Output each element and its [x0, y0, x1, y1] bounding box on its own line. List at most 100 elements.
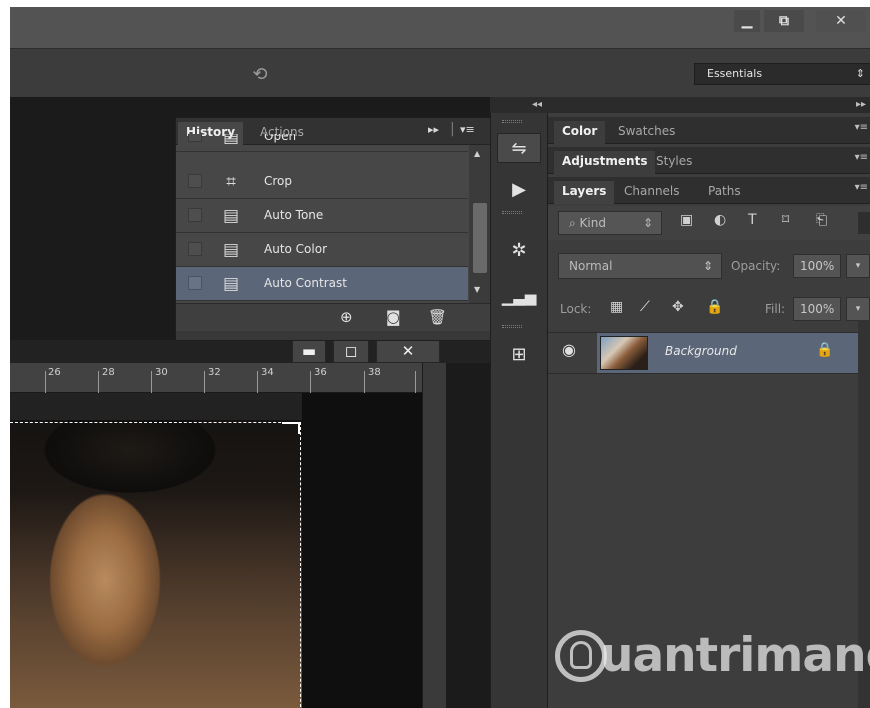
properties-icon[interactable]: ⊞ — [497, 340, 541, 370]
history-snapshot-checkbox[interactable] — [188, 276, 202, 290]
panel-menu-icon[interactable]: ▾≡ — [855, 182, 868, 193]
doc-maximize-button[interactable]: ◻ — [333, 339, 369, 363]
workspace-label: Essentials — [707, 67, 763, 80]
new-document-from-state-icon[interactable]: ⊕ — [340, 308, 353, 326]
grip-icon[interactable] — [502, 120, 522, 123]
blend-mode-select[interactable]: Normal ⇕ — [558, 253, 722, 279]
layer-name[interactable]: Background — [665, 344, 737, 358]
tab-adjustments[interactable]: Adjustments — [554, 151, 656, 174]
layer-kind-filter[interactable]: ⌕ Kind ⇕ — [558, 211, 662, 235]
pixel-layer-filter-icon[interactable]: ▣ — [680, 212, 693, 228]
layer-thumbnail[interactable] — [600, 336, 648, 370]
camera-icon[interactable]: ◙ — [386, 308, 401, 326]
ruler-label: 26 — [48, 367, 61, 378]
panel-menu-icon[interactable]: ▾≡ — [855, 152, 868, 163]
history-panel: History Actions ▸▸ | ▾≡ ▤ Open ⌗ Crop ▤ … — [175, 117, 491, 341]
ruler-label: 34 — [261, 367, 274, 378]
chevron-updown-icon: ⇕ — [642, 216, 653, 230]
document-icon: ▤ — [222, 274, 240, 294]
fill-input[interactable]: 100% — [793, 297, 841, 321]
tab-styles[interactable]: Styles — [648, 151, 700, 174]
opacity-label: Opacity: — [731, 259, 781, 273]
history-item-auto-contrast[interactable]: ▤ Auto Contrast — [176, 267, 468, 301]
filter-toggle-icon[interactable] — [858, 212, 870, 234]
play-icon[interactable]: ▶ — [497, 175, 541, 205]
history-item-crop[interactable]: ⌗ Crop — [176, 165, 468, 199]
adjustment-layer-filter-icon[interactable]: ◐ — [714, 212, 726, 228]
history-item-open[interactable]: ▤ Open — [176, 134, 468, 152]
opacity-input[interactable]: 100% — [793, 254, 841, 278]
options-bar: ⟲ Essentials ⇕ — [10, 48, 870, 97]
ruler-tick — [45, 371, 46, 393]
layer-lock-icon: 🔒 — [816, 342, 834, 358]
history-snapshot-checkbox[interactable] — [188, 208, 202, 222]
ruler-label: 32 — [208, 367, 221, 378]
trash-icon[interactable]: 🗑 — [428, 308, 447, 326]
crop-icon: ⌗ — [226, 172, 236, 192]
workspace-select[interactable]: Essentials ⇕ — [694, 63, 870, 85]
expand-dock-icon[interactable]: ▸▸ — [548, 97, 870, 113]
lock-all-icon[interactable]: 🔒 — [706, 299, 723, 315]
opacity-chevron-icon[interactable]: ▾ — [846, 254, 870, 278]
history-footer: ⊕ ◙ 🗑 — [176, 303, 490, 331]
tab-swatches[interactable]: Swatches — [610, 121, 683, 144]
layers-tab-bar: Layers Channels Paths ▾≡ — [548, 177, 870, 204]
lightbulb-icon — [570, 641, 592, 669]
crop-marquee[interactable] — [10, 422, 301, 708]
shape-layer-filter-icon[interactable]: ⌑ — [782, 212, 789, 228]
workspace-gap — [446, 363, 490, 708]
lock-transparency-icon[interactable]: ▦ — [610, 299, 623, 315]
document-scrollbar[interactable] — [422, 363, 446, 708]
scroll-down-icon[interactable]: ▼ — [474, 285, 480, 294]
visibility-eye-icon[interactable]: ◉ — [562, 340, 576, 359]
smart-object-filter-icon[interactable]: ⎗ — [816, 212, 827, 228]
ruler-tick — [204, 371, 205, 393]
lock-brush-icon[interactable]: ⟋ — [640, 299, 650, 315]
tab-channels[interactable]: Channels — [616, 181, 688, 204]
crop-handle[interactable] — [282, 422, 300, 434]
lock-position-icon[interactable]: ✥ — [672, 299, 684, 315]
history-icon[interactable]: ⇋ — [497, 133, 541, 163]
lock-label: Lock: — [560, 302, 592, 316]
document-icon: ▤ — [222, 240, 240, 260]
fill-label: Fill: — [765, 302, 786, 316]
history-snapshot-checkbox[interactable] — [188, 174, 202, 188]
tab-color[interactable]: Color — [554, 121, 606, 144]
close-window-button[interactable]: ✕ — [816, 10, 866, 32]
chevron-updown-icon: ⇕ — [702, 259, 713, 273]
minimize-window-button[interactable]: ▁ — [734, 10, 760, 32]
fill-chevron-icon[interactable]: ▾ — [846, 297, 870, 321]
chevron-updown-icon: ⇕ — [855, 67, 865, 80]
grip-icon[interactable] — [502, 325, 522, 328]
type-layer-filter-icon[interactable]: T — [748, 212, 757, 228]
kind-label: Kind — [579, 216, 606, 230]
ruler-tick — [415, 371, 416, 393]
history-snapshot-checkbox[interactable] — [188, 242, 202, 256]
histogram-icon[interactable]: ▁▃▅ — [497, 282, 541, 312]
ruler-label: 28 — [102, 367, 115, 378]
doc-close-button[interactable]: ✕ — [376, 339, 440, 363]
adjustments-tab-bar: Adjustments Styles ▾≡ — [548, 147, 870, 174]
search-icon: ⌕ — [569, 216, 580, 230]
history-item-label: Auto Color — [264, 242, 328, 256]
panel-resize-grip[interactable] — [176, 331, 490, 340]
scroll-up-icon[interactable]: ▲ — [474, 149, 480, 158]
tab-layers[interactable]: Layers — [554, 181, 615, 204]
history-item-auto-color[interactable]: ▤ Auto Color — [176, 233, 468, 267]
history-item-label: Crop — [264, 174, 293, 188]
tab-paths[interactable]: Paths — [700, 181, 749, 204]
history-item-label: Auto Contrast — [264, 276, 347, 290]
restore-window-button[interactable]: ⧉ — [764, 10, 804, 32]
history-snapshot-checkbox[interactable] — [188, 134, 202, 142]
panel-menu-icon[interactable]: ▾≡ — [855, 122, 868, 133]
doc-minimize-button[interactable]: ▬ — [292, 339, 326, 363]
history-item-auto-tone[interactable]: ▤ Auto Tone — [176, 199, 468, 233]
horizontal-ruler[interactable]: 26 28 30 32 34 36 38 — [10, 363, 422, 393]
history-item-label: Auto Tone — [264, 208, 324, 222]
adjustment-brush-icon[interactable]: ✲ — [497, 236, 541, 266]
grip-icon[interactable] — [502, 211, 522, 214]
rotate-icon[interactable]: ⟲ — [248, 65, 272, 87]
ruler-tick — [310, 371, 311, 393]
collapse-strip-icon[interactable]: ◂◂ — [490, 97, 548, 113]
history-scroll-thumb[interactable] — [473, 203, 487, 273]
